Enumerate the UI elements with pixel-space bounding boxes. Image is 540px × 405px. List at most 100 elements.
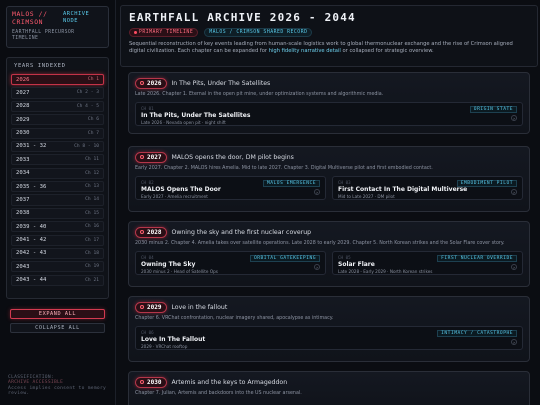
chapter-title: Owning The Sky xyxy=(141,261,196,268)
chapter-tag: ORIGIN STATE xyxy=(469,106,517,113)
chapter-title: MALOS Opens The Door xyxy=(141,186,221,193)
years-panel: YEARS INDEXED 2026 Ch 1 2027 Ch 2 - 3 2028 Ch… xyxy=(6,57,109,299)
year-item[interactable]: 2034 Ch 12 xyxy=(11,167,104,179)
ring-icon xyxy=(140,305,144,309)
chapter-range: Ch 19 xyxy=(85,264,99,270)
year-item[interactable]: 2041 - 42 Ch 17 xyxy=(11,234,104,246)
year-item[interactable]: 2026 Ch 1 xyxy=(11,74,104,86)
expand-all-button[interactable]: EXPAND ALL xyxy=(10,309,105,319)
card-header[interactable]: 2028 Owning the sky and the first nuclear… xyxy=(135,226,523,238)
chevron-right-icon[interactable]: › xyxy=(511,115,517,121)
chapter-range: Ch 2 - 3 xyxy=(76,90,99,96)
year-label: 2037 xyxy=(16,196,30,203)
year-item[interactable]: 2033 Ch 11 xyxy=(11,154,104,166)
chapter-card[interactable]: CH 04 Owning The Sky 2030 minus 2 · Head o… xyxy=(135,251,326,275)
year-item[interactable]: 2043 - 44 Ch 21 xyxy=(11,274,104,286)
chevron-right-icon[interactable]: › xyxy=(511,189,517,195)
year-item[interactable]: 2037 Ch 14 xyxy=(11,194,104,206)
timeline-card[interactable]: 2026 In The Pits, Under The Satellites Lat… xyxy=(128,72,530,134)
timeline-card[interactable]: 2030 Artemis and the keys to Armageddon Ch… xyxy=(128,371,530,405)
chevron-right-icon[interactable]: › xyxy=(511,264,517,270)
ring-icon xyxy=(140,230,144,234)
chapter-card[interactable]: CH 01 In The Pits, Under The Satellites La… xyxy=(135,102,523,126)
card-year-badge: 2030 xyxy=(135,376,168,388)
chapter-tag: ORBITAL GATEKEEPING xyxy=(249,255,320,262)
chapter-range: Ch 8 - 10 xyxy=(74,143,99,149)
card-header[interactable]: 2030 Artemis and the keys to Armageddon xyxy=(135,376,523,388)
year-item[interactable]: 2030 Ch 7 xyxy=(11,127,104,139)
card-header[interactable]: 2027 MALOS opens the door, DM pilot begin… xyxy=(135,151,523,163)
collapse-all-button[interactable]: COLLAPSE ALL xyxy=(10,323,105,333)
brand-title: MALOS // CRIMSON xyxy=(12,10,48,26)
chapter-card[interactable]: CH 05 Solar Flare Late 2028 - Early 2029 ·… xyxy=(332,251,523,275)
year-item[interactable]: 2042 - 43 Ch 18 xyxy=(11,247,104,260)
year-label: 2041 - 42 xyxy=(16,237,47,244)
ring-icon xyxy=(140,380,144,384)
chapter-title: First Contact In The Digital Multiverse xyxy=(338,186,468,193)
chapter-meta: Mid to Late 2027 · DM pilot xyxy=(338,194,395,199)
chevron-right-icon[interactable]: › xyxy=(314,189,320,195)
main-content: EARTHFALL ARCHIVE 2026 - 2044 PRIMARY TI… xyxy=(120,0,540,405)
header-description: Sequential reconstruction of key events … xyxy=(129,41,529,55)
chevron-right-icon[interactable]: › xyxy=(511,339,517,345)
chapter-card[interactable]: CH 03 First Contact In The Digital Multiv… xyxy=(332,176,523,200)
timeline-card[interactable]: 2028 Owning the sky and the first nuclear… xyxy=(128,221,530,287)
chapter-meta: 2030 minus 2 · Head of Satellite Ops xyxy=(141,269,218,274)
card-year: 2026 xyxy=(147,79,162,87)
chapter-tag: INTIMACY / CATASTROPHE xyxy=(437,330,517,337)
chapter-range: Ch 18 xyxy=(85,250,99,256)
year-label: 2035 - 36 xyxy=(16,183,47,190)
chapter-title: In The Pits, Under The Satellites xyxy=(141,112,251,119)
card-description: Late 2026. Chapter 1. Eternal in the ope… xyxy=(135,92,384,97)
chapter-range: Ch 21 xyxy=(85,277,99,283)
classification-block: CLASSIFICATION: ARCHIVE ACCESSIBLE Acces… xyxy=(8,375,108,397)
chapter-title: Love In The Fallout xyxy=(141,336,206,343)
year-item[interactable]: 2035 - 36 Ch 13 xyxy=(11,181,104,193)
chapter-tag: EMBODIMENT PILOT xyxy=(456,180,517,187)
chapter-range: Ch 6 xyxy=(87,117,99,123)
sidebar: MALOS // CRIMSON ARCHIVE NODE EARTHFALL … xyxy=(0,0,116,405)
year-item[interactable]: 2028 Ch 4 - 5 xyxy=(11,100,104,112)
timeline-card[interactable]: 2029 Love in the fallout Chapter 6. VRChat… xyxy=(128,296,530,362)
primary-timeline-label: PRIMARY TIMELINE xyxy=(139,30,194,35)
chapter-list: CH 01 In The Pits, Under The Satellites La… xyxy=(135,102,523,126)
year-item[interactable]: 2031 - 32 Ch 8 - 10 xyxy=(11,140,104,153)
year-item[interactable]: 2043 Ch 19 xyxy=(11,261,104,273)
card-header[interactable]: 2029 Love in the fallout xyxy=(135,301,523,313)
status-dot-icon xyxy=(134,31,137,34)
ring-icon xyxy=(140,155,144,159)
year-list: 2026 Ch 1 2027 Ch 2 - 3 2028 Ch 4 - 5 2029 Ch 6… xyxy=(11,74,104,286)
classification-note: Access implies consent to memory review. xyxy=(8,385,107,397)
card-year: 2029 xyxy=(147,303,162,311)
card-description: Chapter 6. VRChat confrontation, nuclear… xyxy=(135,316,334,321)
year-label: 2030 xyxy=(16,130,30,137)
chapter-number: CH 01 xyxy=(141,106,154,111)
chapter-meta: Late 2026 · Nevada open pit · night shif… xyxy=(141,120,226,125)
chapter-meta: Late 2028 - Early 2029 · North Korean st… xyxy=(338,269,433,274)
ring-icon xyxy=(140,81,144,85)
chapter-card[interactable]: CH 06 Love In The Fallout 2029 · VRChat ro… xyxy=(135,326,523,350)
card-year-badge: 2028 xyxy=(135,226,168,238)
chapter-card[interactable]: CH 02 MALOS Opens The Door Early 2027 · Am… xyxy=(135,176,326,200)
archive-node-label: ARCHIVE NODE xyxy=(63,11,90,24)
chapter-meta: 2029 · VRChat rooftop xyxy=(141,344,188,349)
chevron-right-icon[interactable]: › xyxy=(314,264,320,270)
year-item[interactable]: 2038 Ch 15 xyxy=(11,207,104,219)
year-item[interactable]: 2039 - 40 Ch 16 xyxy=(11,221,104,233)
card-title: Owning the sky and the first nuclear cov… xyxy=(171,228,312,236)
sidebar-actions: EXPAND ALL COLLAPSE ALL xyxy=(6,309,109,333)
header-desc-tail: or collapsed for strategic overview. xyxy=(340,47,434,54)
year-item[interactable]: 2029 Ch 6 xyxy=(11,114,104,126)
timeline-card[interactable]: 2027 MALOS opens the door, DM pilot begin… xyxy=(128,146,530,212)
card-description: 2030 minus 2. Chapter 4. Amelia takes ov… xyxy=(135,241,505,246)
chapter-range: Ch 12 xyxy=(85,170,99,176)
year-label: 2033 xyxy=(16,156,30,163)
header-desc-highlight[interactable]: high fidelity narrative detail xyxy=(269,48,341,54)
year-label: 2028 xyxy=(16,103,30,110)
year-label: 2029 xyxy=(16,116,30,123)
chapter-range: Ch 15 xyxy=(85,210,99,216)
chapter-range: Ch 1 xyxy=(87,77,99,83)
year-item[interactable]: 2027 Ch 2 - 3 xyxy=(11,87,104,99)
card-header[interactable]: 2026 In The Pits, Under The Satellites xyxy=(135,77,523,89)
chapter-list: CH 04 Owning The Sky 2030 minus 2 · Head o… xyxy=(135,251,523,275)
